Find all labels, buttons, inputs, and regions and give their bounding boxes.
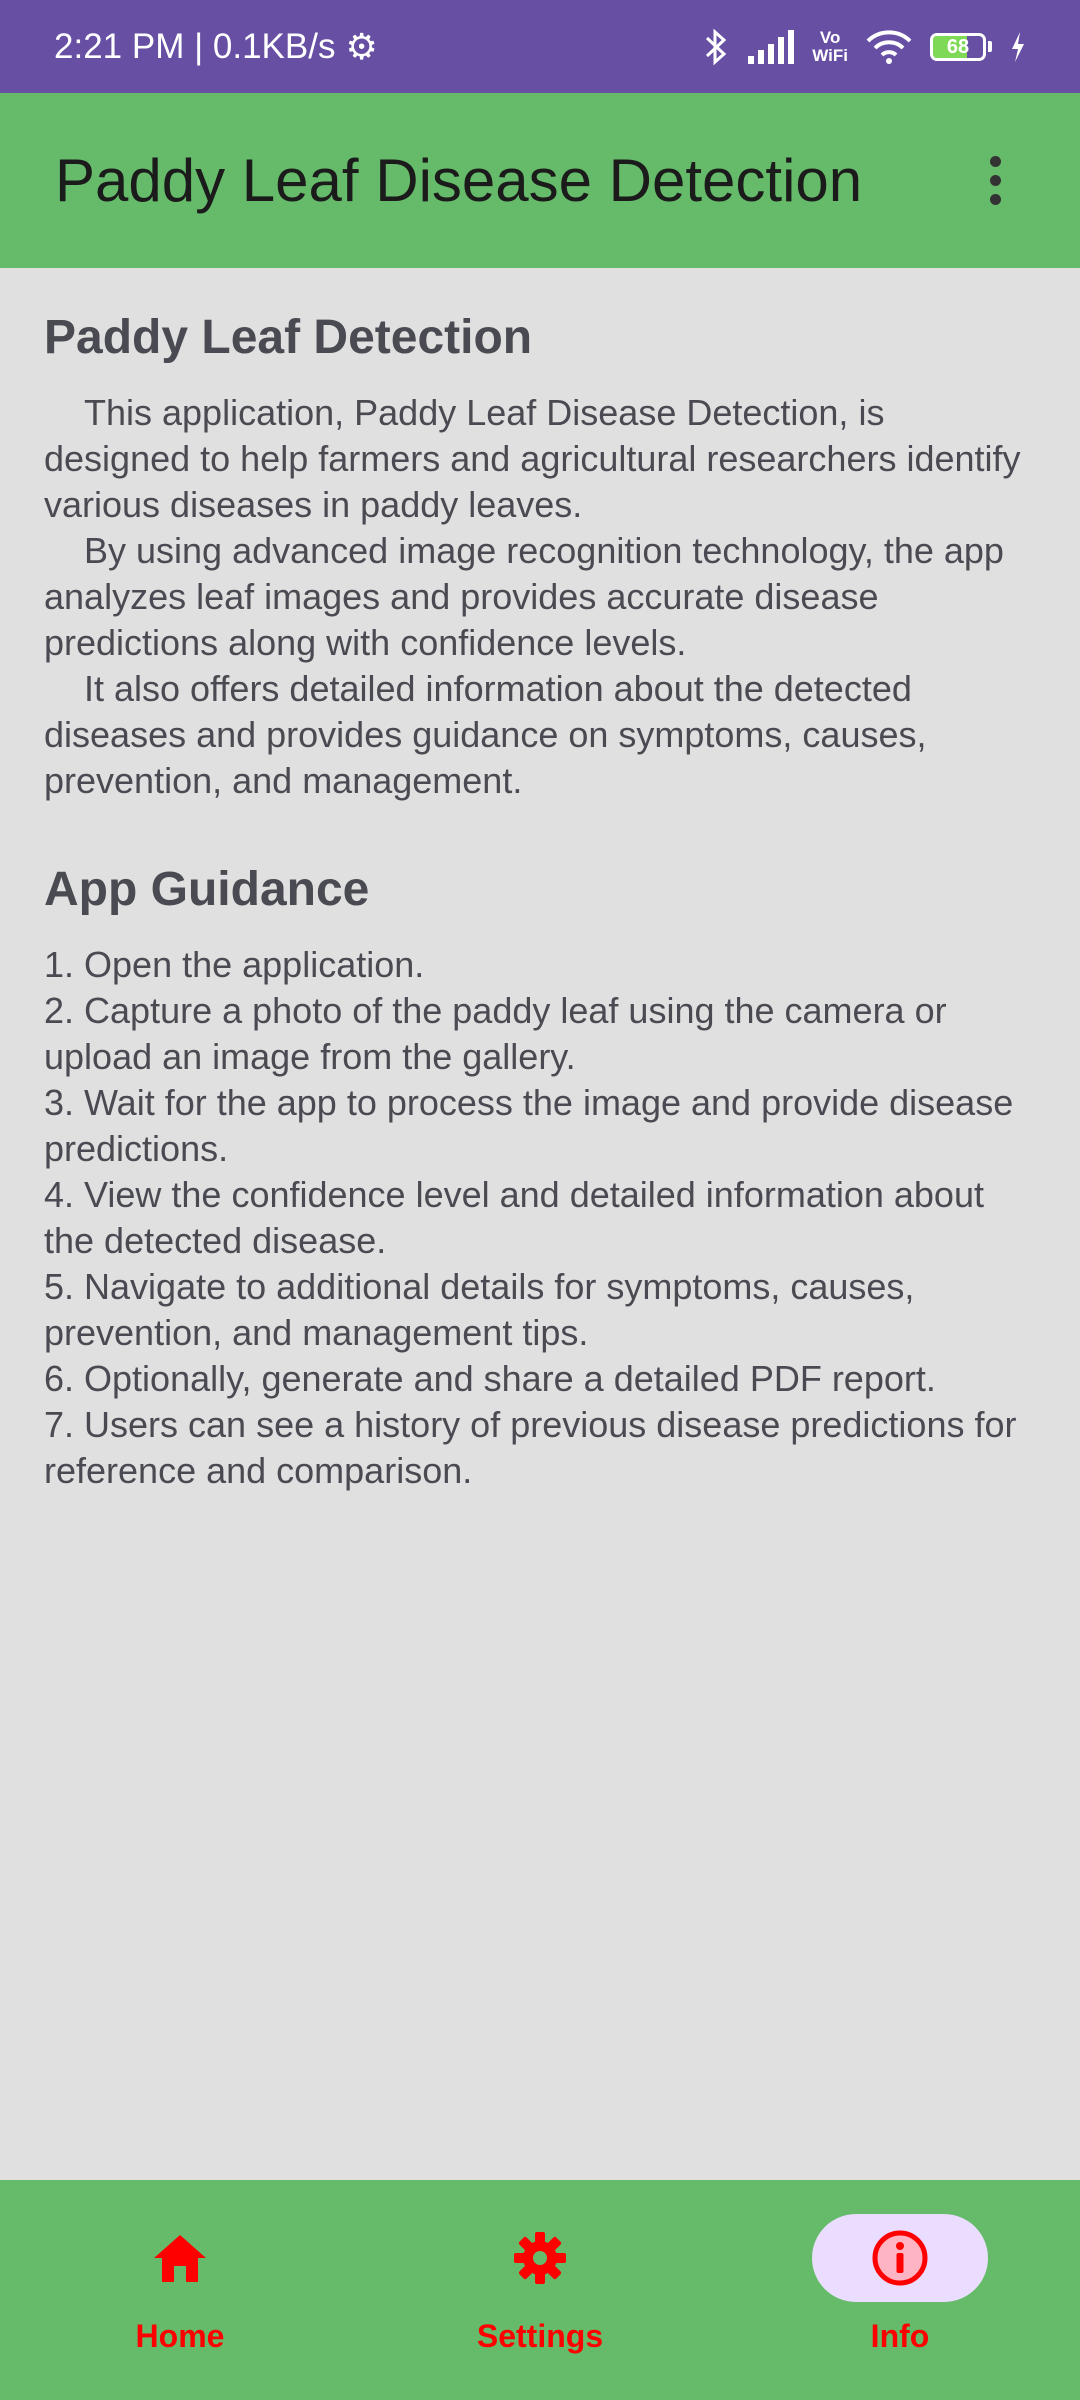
guidance-step: 4. View the confidence level and detaile… bbox=[44, 1174, 984, 1261]
settings-icon bbox=[514, 2232, 566, 2284]
guidance-step: 5. Navigate to additional details for sy… bbox=[44, 1266, 915, 1353]
nav-pill-info-active bbox=[812, 2214, 988, 2302]
status-left: 2:21 PM | 0.1KB/s ⚙ bbox=[54, 26, 378, 68]
guidance-step: 3. Wait for the app to process the image… bbox=[44, 1082, 1014, 1169]
nav-item-info[interactable]: Info bbox=[750, 2180, 1050, 2355]
battery-icon: 68 bbox=[930, 32, 992, 61]
info-icon bbox=[872, 2230, 928, 2286]
bottom-navigation: Home Settings Info bbox=[0, 2180, 1080, 2400]
nav-pill-home bbox=[92, 2214, 268, 2302]
main-content: Paddy Leaf Detection This application, P… bbox=[44, 268, 1034, 1494]
guidance-step: 7. Users can see a history of previous d… bbox=[44, 1404, 1017, 1491]
section-title-app-guidance: App Guidance bbox=[44, 863, 370, 916]
status-right: Vo WiFi 68 bbox=[704, 28, 1026, 66]
vowifi-icon: Vo WiFi bbox=[812, 27, 848, 65]
nav-label-settings: Settings bbox=[476, 2318, 604, 2354]
nav-pill-settings bbox=[452, 2214, 628, 2302]
status-bar: 2:21 PM | 0.1KB/s ⚙ Vo WiFi 68 bbox=[0, 0, 1080, 93]
battery-level: 68 bbox=[946, 35, 970, 58]
guidance-step: 1. Open the application. bbox=[44, 944, 425, 985]
app-bar: Paddy Leaf Disease Detection bbox=[0, 93, 1080, 268]
nav-item-settings[interactable]: Settings bbox=[390, 2180, 690, 2355]
home-icon bbox=[154, 2235, 206, 2282]
charging-bolt-icon bbox=[1010, 31, 1026, 62]
guidance-step: 2. Capture a photo of the paddy leaf usi… bbox=[44, 990, 947, 1077]
app-title: Paddy Leaf Disease Detection bbox=[55, 147, 863, 214]
nav-label-info: Info bbox=[870, 2318, 930, 2354]
bluetooth-icon bbox=[704, 28, 728, 66]
status-time-speed: 2:21 PM | 0.1KB/s bbox=[54, 26, 336, 66]
nav-label-home: Home bbox=[135, 2318, 225, 2354]
guidance-step: 6. Optionally, generate and share a deta… bbox=[44, 1358, 936, 1399]
signal-icon bbox=[746, 29, 795, 64]
section-title-paddy-leaf-detection: Paddy Leaf Detection bbox=[44, 311, 533, 364]
guidance-steps: 1. Open the application. 2. Capture a ph… bbox=[44, 942, 1034, 1494]
vowifi-top: Vo bbox=[819, 27, 841, 47]
wifi-icon bbox=[866, 29, 912, 64]
description-paragraph: By using advanced image recognition tech… bbox=[44, 530, 1004, 663]
vowifi-bottom: WiFi bbox=[812, 45, 848, 65]
description-paragraphs: This application, Paddy Leaf Disease Det… bbox=[44, 390, 1034, 804]
description-paragraph: It also offers detailed information abou… bbox=[44, 668, 927, 801]
gear-icon: ⚙ bbox=[345, 25, 378, 67]
overflow-menu-icon[interactable] bbox=[965, 141, 1025, 221]
nav-item-home[interactable]: Home bbox=[30, 2180, 330, 2355]
description-paragraph: This application, Paddy Leaf Disease Det… bbox=[44, 392, 1021, 525]
